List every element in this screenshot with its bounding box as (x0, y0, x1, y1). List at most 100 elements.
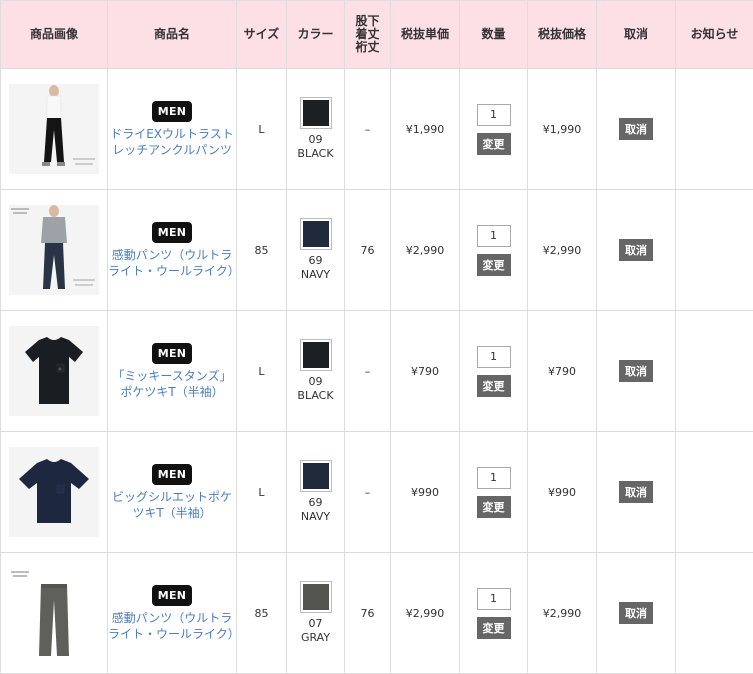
cancel-button[interactable]: 取消 (619, 118, 653, 140)
quantity-input[interactable] (477, 225, 511, 247)
inseam-cell: – (345, 432, 391, 553)
header-color: カラー (287, 1, 345, 69)
cancel-button[interactable]: 取消 (619, 239, 653, 261)
header-cancel: 取消 (597, 1, 676, 69)
unit-price-cell: ¥2,990 (391, 553, 460, 674)
cart-row: MEN ドライEXウルトラストレッチアンクルパンツ L 09 BLACK – ¥… (1, 69, 753, 190)
color-cell: 69 NAVY (287, 190, 345, 311)
header-unit-price: 税抜単価 (391, 1, 460, 69)
product-image[interactable] (9, 447, 99, 537)
inseam-cell: 76 (345, 553, 391, 674)
product-name-link[interactable]: ドライEXウルトラストレッチアンクルパンツ (108, 126, 236, 158)
product-image[interactable] (9, 568, 99, 658)
color-cell: 69 NAVY (287, 432, 345, 553)
header-image: 商品画像 (1, 1, 108, 69)
cancel-button[interactable]: 取消 (619, 360, 653, 382)
change-quantity-button[interactable]: 変更 (477, 375, 511, 397)
color-swatch (303, 463, 329, 489)
quantity-cell: 変更 (460, 311, 528, 432)
unit-price-cell: ¥2,990 (391, 190, 460, 311)
color-swatch-frame (300, 339, 332, 371)
header-quantity: 数量 (460, 1, 528, 69)
cart-body: MEN ドライEXウルトラストレッチアンクルパンツ L 09 BLACK – ¥… (1, 69, 753, 674)
change-quantity-button[interactable]: 変更 (477, 617, 511, 639)
color-name: NAVY (287, 268, 344, 282)
color-code: 07 (287, 617, 344, 631)
color-swatch-frame (300, 460, 332, 492)
notice-cell (676, 190, 753, 311)
product-image-cell (1, 190, 108, 311)
color-name: GRAY (287, 631, 344, 645)
price-cell: ¥790 (528, 311, 597, 432)
change-quantity-button[interactable]: 変更 (477, 254, 511, 276)
unit-price-cell: ¥990 (391, 432, 460, 553)
product-name-link[interactable]: 「ミッキースタンズ」ポケツキT（半袖） (108, 368, 236, 400)
header-inseam: 股下 着丈 裄丈 (345, 1, 391, 69)
quantity-input[interactable] (477, 467, 511, 489)
men-badge: MEN (152, 464, 193, 485)
product-name-link[interactable]: 感動パンツ（ウルトラライト・ウールライク） (108, 247, 236, 279)
product-name-cell: MEN 感動パンツ（ウルトラライト・ウールライク） (108, 553, 237, 674)
size-cell: L (237, 311, 287, 432)
quantity-input[interactable] (477, 346, 511, 368)
product-image-cell (1, 432, 108, 553)
cancel-button[interactable]: 取消 (619, 481, 653, 503)
cart-row: MEN ビッグシルエットポケツキT（半袖） L 69 NAVY – ¥990 変… (1, 432, 753, 553)
inseam-cell: 76 (345, 190, 391, 311)
color-swatch-frame (300, 581, 332, 613)
cart-row: MEN 感動パンツ（ウルトラライト・ウールライク） 85 07 GRAY 76 … (1, 553, 753, 674)
color-swatch-frame (300, 218, 332, 250)
notice-cell (676, 311, 753, 432)
notice-cell (676, 69, 753, 190)
header-size: サイズ (237, 1, 287, 69)
quantity-cell: 変更 (460, 69, 528, 190)
color-swatch-frame (300, 97, 332, 129)
size-cell: 85 (237, 553, 287, 674)
color-swatch (303, 584, 329, 610)
quantity-input[interactable] (477, 104, 511, 126)
header-name: 商品名 (108, 1, 237, 69)
size-cell: L (237, 432, 287, 553)
quantity-cell: 変更 (460, 432, 528, 553)
price-cell: ¥1,990 (528, 69, 597, 190)
price-cell: ¥2,990 (528, 553, 597, 674)
change-quantity-button[interactable]: 変更 (477, 496, 511, 518)
size-cell: L (237, 69, 287, 190)
price-cell: ¥990 (528, 432, 597, 553)
men-badge: MEN (152, 343, 193, 364)
color-swatch (303, 221, 329, 247)
cancel-button[interactable]: 取消 (619, 602, 653, 624)
color-cell: 09 BLACK (287, 69, 345, 190)
quantity-cell: 変更 (460, 190, 528, 311)
color-name: BLACK (287, 389, 344, 403)
unit-price-cell: ¥1,990 (391, 69, 460, 190)
product-image-cell (1, 69, 108, 190)
product-name-cell: MEN 感動パンツ（ウルトラライト・ウールライク） (108, 190, 237, 311)
men-badge: MEN (152, 101, 193, 122)
product-image[interactable] (9, 326, 99, 416)
product-image-cell (1, 311, 108, 432)
cart-table: 商品画像 商品名 サイズ カラー 股下 着丈 裄丈 税抜単価 数量 税抜価格 取… (0, 0, 753, 674)
men-badge: MEN (152, 222, 193, 243)
product-image[interactable] (9, 84, 99, 174)
notice-cell (676, 553, 753, 674)
product-name-link[interactable]: 感動パンツ（ウルトラライト・ウールライク） (108, 610, 236, 642)
color-cell: 09 BLACK (287, 311, 345, 432)
header-row: 商品画像 商品名 サイズ カラー 股下 着丈 裄丈 税抜単価 数量 税抜価格 取… (1, 1, 753, 69)
change-quantity-button[interactable]: 変更 (477, 133, 511, 155)
inseam-cell: – (345, 311, 391, 432)
product-name-link[interactable]: ビッグシルエットポケツキT（半袖） (108, 489, 236, 521)
unit-price-cell: ¥790 (391, 311, 460, 432)
color-cell: 07 GRAY (287, 553, 345, 674)
product-name-cell: MEN ドライEXウルトラストレッチアンクルパンツ (108, 69, 237, 190)
men-badge: MEN (152, 585, 193, 606)
product-name-cell: MEN ビッグシルエットポケツキT（半袖） (108, 432, 237, 553)
color-code: 09 (287, 133, 344, 147)
inseam-cell: – (345, 69, 391, 190)
color-code: 09 (287, 375, 344, 389)
quantity-input[interactable] (477, 588, 511, 610)
color-swatch (303, 342, 329, 368)
quantity-cell: 変更 (460, 553, 528, 674)
product-image[interactable] (9, 205, 99, 295)
header-price: 税抜価格 (528, 1, 597, 69)
